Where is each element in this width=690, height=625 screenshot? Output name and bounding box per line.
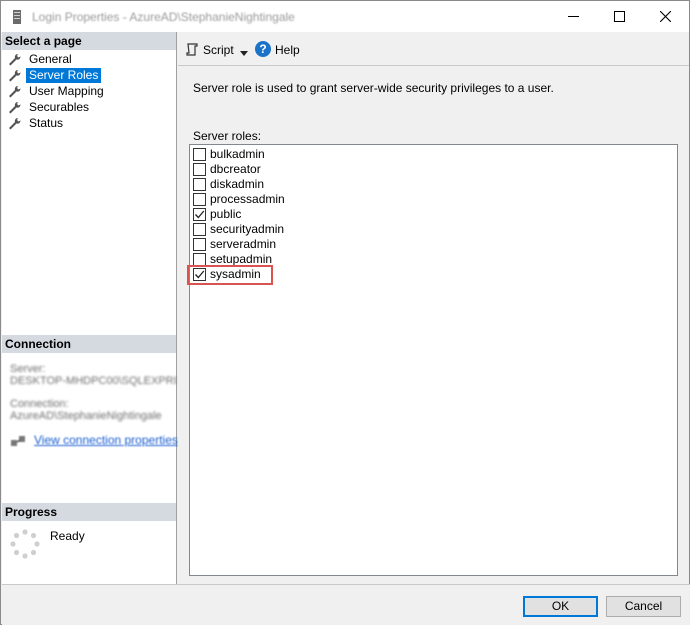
role-checkbox[interactable] [193,163,206,176]
help-label: Help [275,43,300,57]
wrench-icon [9,85,21,98]
role-securityadmin[interactable]: securityadmin [193,222,393,237]
left-panel: Select a page General Server Roles User … [2,32,178,584]
server-roles-label: Server roles: [193,129,262,143]
role-name: diskadmin [210,177,265,191]
help-icon: ? [255,41,271,57]
role-public[interactable]: public [193,207,393,222]
role-name: serveradmin [210,237,277,251]
role-checkbox[interactable] [193,193,206,206]
sidebar-item-label: User Mapping [29,84,104,98]
sidebar-item-label: General [29,52,72,66]
wrench-icon [9,101,21,114]
server-label: Server: [10,363,46,375]
connection-header: Connection [2,335,176,353]
page-description: Server role is used to grant server-wide… [193,81,554,95]
role-checkbox[interactable] [193,223,206,236]
role-dbcreator[interactable]: dbcreator [193,162,393,177]
connection-label: Connection: [10,398,69,410]
progress-status: Ready [50,529,85,543]
wrench-icon [9,69,21,82]
role-processadmin[interactable]: processadmin [193,192,393,207]
role-name: securityadmin [210,222,285,236]
role-checkbox[interactable] [193,178,206,191]
window-title: Login Properties - AzureAD\StephanieNigh… [32,10,295,24]
script-dropdown-button[interactable] [240,45,248,63]
sidebar-item-label: Securables [29,100,90,114]
select-page-header: Select a page [2,32,176,50]
sidebar-item-label: Server Roles [26,68,102,83]
script-label: Script [203,43,234,57]
role-serveradmin[interactable]: serveradmin [193,237,393,252]
toolbar: Script ? Help [178,32,689,66]
role-name: processadmin [210,192,285,206]
checkmark-icon [195,210,205,219]
close-button[interactable] [643,1,689,32]
ok-button[interactable]: OK [523,596,598,617]
login-properties-dialog: Login Properties - AzureAD\StephanieNigh… [0,0,690,625]
connection-value: AzureAD\StephanieNightingale [10,410,162,422]
link-text[interactable]: View connection properties [34,433,178,447]
role-checkbox[interactable] [193,148,206,161]
server-icon [13,10,21,24]
role-bulkadmin[interactable]: bulkadmin [193,147,393,162]
minimize-icon [568,16,579,17]
cancel-button[interactable]: Cancel [606,596,681,617]
role-checkbox[interactable] [193,238,206,251]
role-name: bulkadmin [210,147,265,161]
close-icon [660,11,671,22]
progress-spinner-icon [10,529,40,559]
role-name: public [210,207,242,221]
server-roles-list[interactable]: bulkadmin dbcreator diskadmin processadm… [189,144,678,576]
script-icon [186,43,198,56]
caret-down-icon [240,51,248,56]
sysadmin-highlight-box [187,265,273,285]
sidebar-item-label: Status [29,116,64,130]
role-name: dbcreator [210,162,261,176]
wrench-icon [9,117,21,130]
role-diskadmin[interactable]: diskadmin [193,177,393,192]
server-value: DESKTOP-MHDPC00\SQLEXPRESS [10,375,176,387]
minimize-button[interactable] [551,1,597,32]
role-checkbox[interactable] [193,208,206,221]
maximize-icon [614,11,625,22]
dialog-button-bar: OK Cancel [2,584,690,625]
maximize-button[interactable] [597,1,643,32]
title-bar: Login Properties - AzureAD\StephanieNigh… [1,1,689,32]
server-roles-page: Server role is used to grant server-wide… [178,67,689,584]
progress-header: Progress [2,503,176,521]
wrench-icon [9,53,21,66]
connection-icon [11,436,25,446]
